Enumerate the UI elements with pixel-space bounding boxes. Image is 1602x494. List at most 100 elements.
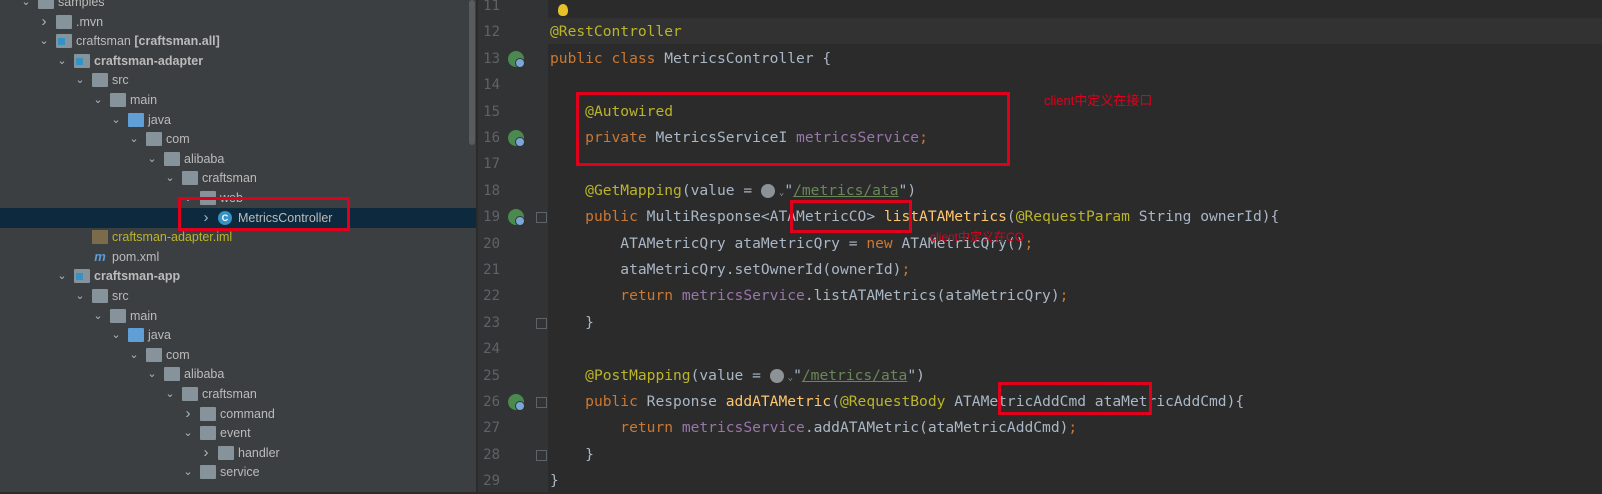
code-token: } (550, 445, 594, 463)
tree-item--mvn[interactable]: › .mvn (0, 12, 476, 32)
code-token: metricsService (681, 419, 805, 437)
editor-gutter: 11 12 13 14 15 16 17 18 19 20 21 22 23 24 25 26 27 28 29 (478, 0, 548, 492)
chevron-down-icon[interactable]: ⌄ (146, 151, 158, 167)
package-icon (200, 465, 216, 480)
tree-item-craftsman[interactable]: ⌄ craftsman (0, 168, 476, 188)
code-line[interactable]: return metricsService.addATAMetric(ataMe… (550, 415, 1077, 441)
code-line[interactable]: } (550, 442, 594, 468)
code-token: return (620, 287, 682, 305)
tree-item-event[interactable]: ⌄ event (0, 423, 476, 443)
line-number: 25 (483, 367, 500, 384)
fold-marker-icon[interactable] (536, 317, 547, 329)
code-line[interactable]: @PostMapping(value = ⌄"/metrics/ata") (550, 363, 925, 389)
code-editor[interactable]: 11 12 13 14 15 16 17 18 19 20 21 22 23 24 25 26 27 28 29 @… (478, 0, 1602, 492)
tree-item-com[interactable]: ⌄ com (0, 345, 476, 365)
fold-marker-icon[interactable] (536, 212, 547, 224)
code-line[interactable]: public class MetricsController { (550, 46, 831, 72)
chevron-down-icon[interactable]: ⌄ (128, 347, 140, 363)
tree-item-label: event (220, 426, 251, 441)
tree-item-java[interactable]: ⌄ java (0, 325, 476, 345)
note-client-interface: client中定义在接口 (1044, 93, 1153, 108)
chevron-right-icon[interactable]: › (38, 13, 50, 30)
chevron-down-icon[interactable]: ⌄ (38, 33, 50, 49)
web-endpoint-icon[interactable] (760, 183, 775, 198)
package-icon (200, 426, 216, 441)
chevron-down-icon[interactable]: ⌄ (182, 464, 194, 480)
chevron-down-icon[interactable]: ⌄ (20, 0, 32, 10)
line-number: 28 (483, 446, 500, 463)
chevron-down-icon[interactable]: ⌄ (92, 308, 104, 324)
code-token: ; (1024, 234, 1034, 252)
line-number: 16 (483, 130, 500, 146)
chevron-down-icon[interactable]: ⌄ (110, 327, 122, 343)
code-line[interactable]: } (550, 468, 559, 494)
chevron-down-icon[interactable]: ⌄ (146, 366, 158, 382)
tree-item-src[interactable]: ⌄ src (0, 286, 476, 306)
tree-item-handler[interactable]: › handler (0, 443, 476, 463)
highlight-metrics-controller (178, 197, 350, 231)
chevron-down-icon[interactable]: ⌄ (56, 53, 68, 69)
tree-item-alibaba[interactable]: ⌄ alibaba (0, 364, 476, 384)
code-line[interactable]: @RestController (550, 19, 682, 45)
tree-item-service[interactable]: ⌄ service (0, 462, 476, 482)
code-line[interactable]: public MultiResponse<ATAMetricCO> listAT… (550, 204, 1279, 230)
chevron-down-icon[interactable]: ⌄ (92, 92, 104, 108)
package-icon (218, 445, 234, 460)
chevron-right-icon[interactable]: › (182, 405, 194, 422)
lightbulb-icon[interactable] (558, 4, 568, 16)
chevron-down-icon[interactable]: ⌄ (164, 170, 176, 186)
spring-bean-icon[interactable] (508, 130, 525, 147)
code-line[interactable]: } (550, 310, 594, 336)
tree-item-alibaba[interactable]: ⌄ alibaba (0, 149, 476, 169)
module-icon (56, 34, 72, 49)
tree-item-samples[interactable]: ⌄ samples (0, 0, 476, 12)
code-line[interactable]: return metricsService.listATAMetrics(ata… (550, 283, 1068, 309)
code-token: .addATAMetric(ataMetricAddCmd) (804, 419, 1069, 437)
chevron-down-icon[interactable]: ⌄ (74, 72, 86, 88)
fold-marker-icon[interactable] (536, 397, 547, 408)
chevron-down-icon[interactable]: ⌄ (164, 386, 176, 402)
package-icon (146, 132, 162, 147)
tree-item-command[interactable]: › command (0, 404, 476, 424)
tree-item-craftsman[interactable]: ⌄ craftsman [craftsman.all] (0, 31, 476, 51)
tree-item-craftsman[interactable]: ⌄ craftsman (0, 384, 476, 404)
fold-marker-icon[interactable] (536, 449, 547, 461)
folder-icon (92, 73, 108, 88)
web-endpoint-icon[interactable] (769, 368, 784, 383)
tree-scrollbar[interactable] (469, 0, 475, 145)
line-number: 14 (483, 77, 500, 94)
code-token: Response (646, 393, 726, 410)
line-number: 22 (483, 288, 500, 305)
code-token: MetricsController { (664, 49, 832, 67)
tree-item-src[interactable]: ⌄ src (0, 70, 476, 90)
code-line[interactable]: ataMetricQry.setOwnerId(ownerId); (550, 257, 910, 283)
chevron-down-icon[interactable]: ⌄ (74, 288, 86, 304)
tree-item-pom-xml[interactable]: m pom.xml (0, 247, 476, 267)
chevron-down-icon[interactable]: ⌄ (182, 425, 194, 441)
chevron-right-icon[interactable]: › (200, 444, 212, 461)
line-number: 20 (483, 235, 500, 252)
tree-item-label: src (112, 289, 129, 303)
tree-item-com[interactable]: ⌄ com (0, 129, 476, 149)
module-icon (74, 53, 90, 68)
tree-item-craftsman-app[interactable]: ⌄ craftsman-app (0, 266, 476, 286)
source-folder-icon (128, 112, 144, 127)
spring-bean-icon[interactable] (508, 50, 525, 68)
spring-bean-icon[interactable] (508, 209, 525, 227)
chevron-down-icon[interactable]: ⌄ (128, 131, 140, 147)
folder-icon (92, 289, 108, 303)
tree-item-main[interactable]: ⌄ main (0, 90, 476, 110)
tree-item-label: craftsman-app (94, 269, 181, 284)
tree-item-craftsman-adapter[interactable]: ⌄ craftsman-adapter (0, 51, 476, 71)
tree-item-main[interactable]: ⌄ main (0, 306, 476, 326)
spring-bean-icon[interactable] (508, 394, 525, 411)
chevron-down-icon[interactable]: ⌄ (56, 268, 68, 284)
line-number: 12 (483, 24, 500, 41)
code-token: /metrics/ata (793, 181, 899, 199)
tree-item-java[interactable]: ⌄ java (0, 110, 476, 130)
line-number: 21 (483, 262, 500, 278)
chevron-down-icon[interactable]: ⌄ (110, 112, 122, 128)
